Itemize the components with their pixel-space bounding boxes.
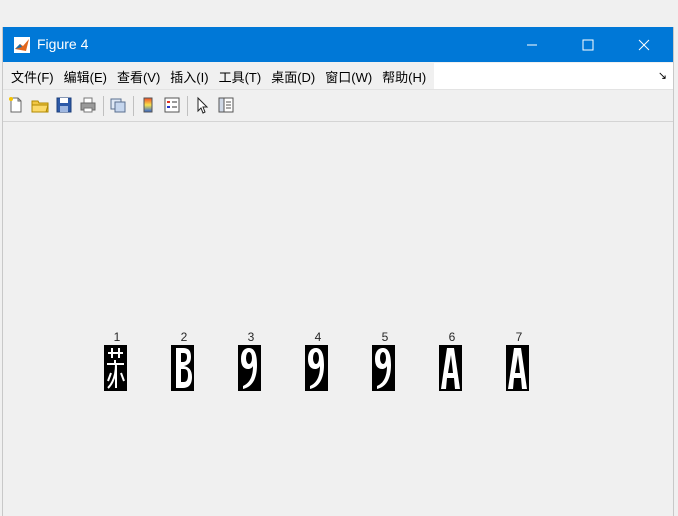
menu-insert[interactable]: 插入(I) xyxy=(168,67,216,86)
window-title: Figure 4 xyxy=(37,36,89,52)
menu-edit[interactable]: 编辑(E) xyxy=(62,67,115,86)
subplot-title-6: 6 xyxy=(448,330,456,344)
colorbar-icon[interactable] xyxy=(139,96,157,114)
char-image-1 xyxy=(104,345,127,391)
menu-bar: 文件(F) 编辑(E) 查看(V) 插入(I) 工具(T) 桌面(D) 窗口(W… xyxy=(3,63,673,90)
char-image-7 xyxy=(506,345,529,391)
dock-arrow-icon[interactable]: ↘ xyxy=(658,69,667,82)
menu-file[interactable]: 文件(F) xyxy=(9,67,62,86)
figure-window: Figure 4 文件(F) 编辑(E) 查看(V) 插入(I) 工具(T) 桌… xyxy=(2,27,674,516)
open-file-icon[interactable] xyxy=(31,96,49,114)
save-icon[interactable] xyxy=(55,96,73,114)
subplot-title-3: 3 xyxy=(247,330,255,344)
menu-desktop[interactable]: 桌面(D) xyxy=(269,67,323,86)
menu-view[interactable]: 查看(V) xyxy=(115,67,168,86)
title-bar[interactable]: Figure 4 xyxy=(3,27,673,62)
print-icon[interactable] xyxy=(79,96,97,114)
legend-icon[interactable] xyxy=(163,96,181,114)
close-button[interactable] xyxy=(621,27,667,62)
char-image-5 xyxy=(372,345,395,391)
menu-tools[interactable]: 工具(T) xyxy=(217,67,270,86)
subplot-title-5: 5 xyxy=(381,330,389,344)
desktop-background xyxy=(0,0,678,26)
minimize-icon xyxy=(527,44,537,45)
maximize-button[interactable] xyxy=(565,27,611,62)
toolbar-separator xyxy=(103,96,104,116)
figure-canvas[interactable]: 1 2 3 4 5 6 7 xyxy=(3,123,673,516)
maximize-icon xyxy=(582,39,594,50)
toolbar-separator xyxy=(133,96,134,116)
toolbar-separator xyxy=(187,96,188,116)
subplot-title-4: 4 xyxy=(314,330,322,344)
subplot-title-2: 2 xyxy=(180,330,188,344)
menu-items: 文件(F) 编辑(E) 查看(V) 插入(I) 工具(T) 桌面(D) 窗口(W… xyxy=(3,63,435,89)
link-plot-icon[interactable] xyxy=(109,96,127,114)
subplot-title-7: 7 xyxy=(515,330,523,344)
menu-window[interactable]: 窗口(W) xyxy=(323,67,380,86)
subplot-title-1: 1 xyxy=(113,330,121,344)
char-image-6 xyxy=(439,345,462,391)
menu-help[interactable]: 帮助(H) xyxy=(380,67,434,86)
char-image-2 xyxy=(171,345,194,391)
char-image-4 xyxy=(305,345,328,391)
char-image-3 xyxy=(238,345,261,391)
pointer-icon[interactable] xyxy=(193,96,211,114)
toolbar xyxy=(3,90,673,122)
matlab-logo-icon xyxy=(14,37,30,53)
close-icon xyxy=(638,39,650,50)
minimize-button[interactable] xyxy=(509,27,555,62)
property-inspector-icon[interactable] xyxy=(217,96,235,114)
new-figure-icon[interactable] xyxy=(7,96,25,114)
